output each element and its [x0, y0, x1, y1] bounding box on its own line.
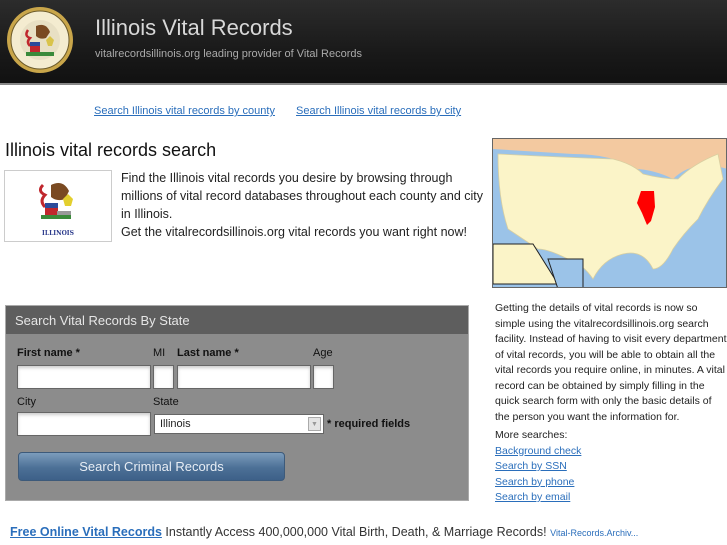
age-label: Age — [313, 347, 333, 359]
illinois-seal-logo[interactable] — [6, 6, 74, 74]
intro-cta: Get the vitalrecordsillinois.org vital r… — [121, 225, 467, 239]
mi-input[interactable] — [153, 365, 174, 389]
last-name-input[interactable] — [177, 365, 311, 389]
sidebar-description: Getting the details of vital records is … — [495, 302, 727, 423]
state-label: State — [153, 396, 179, 408]
county-search-link[interactable]: Search Illinois vital records by county — [94, 105, 275, 117]
illinois-flag-icon: ILLINOIS — [38, 183, 74, 237]
ad-banner: Free Online Vital Records Instantly Acce… — [10, 525, 638, 539]
site-title: Illinois Vital Records — [95, 15, 293, 40]
intro-text: Find the Illinois vital records you desi… — [121, 169, 486, 241]
city-input[interactable] — [17, 412, 151, 436]
illinois-flag: ILLINOIS — [4, 170, 112, 242]
state-select[interactable]: Illinois ▼ — [154, 414, 324, 434]
top-nav: Search Illinois vital records by county … — [94, 105, 479, 117]
last-name-label: Last name * — [177, 347, 239, 359]
city-search-link[interactable]: Search Illinois vital records by city — [296, 105, 461, 117]
search-form-panel: Search Vital Records By State First name… — [5, 305, 469, 501]
flag-caption: ILLINOIS — [42, 230, 74, 237]
site-header: Illinois Vital Records vitalrecordsillin… — [0, 0, 727, 85]
more-searches: More searches: Background check Search b… — [495, 428, 727, 506]
page-title: Illinois vital records search — [5, 140, 217, 160]
mi-label: MI — [153, 347, 166, 359]
intro-paragraph: Find the Illinois vital records you desi… — [121, 171, 484, 221]
state-select-value: Illinois — [160, 418, 191, 430]
us-map — [492, 138, 727, 288]
us-map-image — [493, 139, 726, 287]
required-fields-note: * required fields — [327, 418, 411, 430]
first-name-input[interactable] — [17, 365, 151, 389]
ssn-search-link[interactable]: Search by SSN — [495, 459, 727, 475]
ad-text: Instantly Access 400,000,000 Vital Birth… — [165, 525, 547, 539]
site-subtitle: vitalrecordsillinois.org leading provide… — [95, 48, 362, 60]
dropdown-arrow-icon[interactable]: ▼ — [308, 417, 321, 431]
sidebar-text: Getting the details of vital records is … — [495, 301, 727, 506]
phone-search-link[interactable]: Search by phone — [495, 475, 727, 491]
ad-link[interactable]: Free Online Vital Records — [10, 525, 162, 539]
age-input[interactable] — [313, 365, 334, 389]
city-label: City — [17, 396, 36, 408]
email-search-link[interactable]: Search by email — [495, 490, 727, 506]
background-check-link[interactable]: Background check — [495, 444, 727, 460]
search-button[interactable]: Search Criminal Records — [18, 452, 285, 481]
ad-source-link[interactable]: Vital-Records.Archiv... — [550, 528, 638, 538]
more-searches-label: More searches: — [495, 429, 568, 441]
first-name-label: First name * — [17, 347, 80, 359]
search-form-title: Search Vital Records By State — [6, 306, 468, 334]
